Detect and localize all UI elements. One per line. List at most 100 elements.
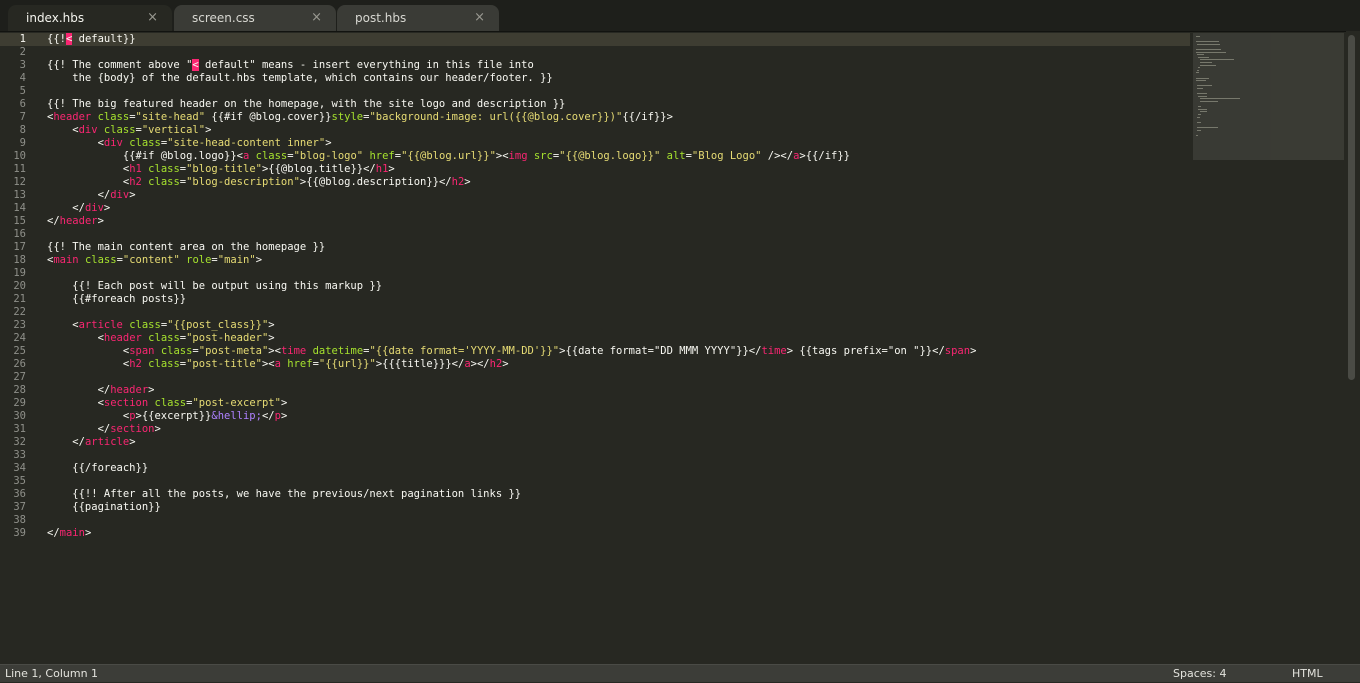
code-token: </	[47, 202, 85, 214]
code-line: <div class="site-head-content inner">	[47, 137, 332, 150]
line-number: 34	[13, 462, 26, 474]
line-number: 1	[19, 33, 26, 45]
code-token: class	[160, 345, 193, 357]
code-token: "blog-description"	[186, 176, 300, 188]
code-token: {{! Each post will be output using this …	[47, 280, 383, 292]
line-number: 27	[13, 371, 26, 383]
tab-screen-css[interactable]: screen.css ×	[174, 5, 336, 31]
code-line: <h1 class="blog-title">{{@blog.title}}</…	[47, 163, 395, 176]
line-number: 14	[13, 202, 26, 214]
code-token: article	[84, 436, 130, 448]
code-token: "vertical"	[141, 124, 206, 136]
code-line: {{#if @blog.logo}}<a class="blog-logo" h…	[47, 150, 850, 163]
scroll-thumb[interactable]	[1348, 35, 1355, 380]
code-token: "blog-title"	[186, 163, 262, 175]
code-line: {{! Each post will be output using this …	[47, 280, 382, 293]
editor-area[interactable]: 1 2 3 4 5 6 7 8 9 10 11 12 13 14 15 16 17 18 19 20 21 22 23 24 2…	[0, 31, 1346, 664]
code-token: >{{/if}}	[799, 150, 850, 162]
line-number: 19	[13, 267, 26, 279]
code-token: alt	[666, 150, 686, 162]
line-number: 33	[13, 449, 26, 461]
code-token: <	[47, 397, 104, 409]
code-line: <span class="post-meta"><time datetime="…	[47, 345, 977, 358]
tab-label: index.hbs	[26, 11, 85, 25]
line-number: 3	[19, 59, 26, 71]
code-line: {{/foreach}}	[47, 462, 148, 475]
code-token: </	[261, 410, 275, 422]
code-line: <p>{{excerpt}}&hellip;</p>	[47, 410, 287, 423]
code-token: <	[47, 345, 130, 357]
line-number: 23	[13, 319, 26, 331]
code-token: ><	[495, 150, 509, 162]
minimap-line	[1199, 59, 1235, 61]
line-number: 22	[13, 306, 26, 318]
code-token: role	[186, 254, 212, 266]
code-token: <	[47, 163, 130, 175]
minimap-line	[1197, 88, 1203, 89]
line-number: 30	[13, 410, 26, 422]
code-token: class	[255, 150, 288, 162]
line-number: 18	[13, 254, 26, 266]
code-token: class	[154, 397, 187, 409]
close-icon[interactable]: ×	[147, 5, 158, 31]
code-token: img	[508, 150, 528, 162]
minimap-line	[1198, 106, 1202, 108]
code-token: "content"	[122, 254, 180, 266]
code-line: {{#foreach posts}}	[47, 293, 186, 306]
code-token: ><	[268, 345, 281, 357]
tab-post-hbs[interactable]: post.hbs ×	[337, 5, 499, 31]
code-token: class	[129, 137, 161, 149]
code-token: >	[388, 163, 395, 175]
cursor-position[interactable]: Line 1, Column 1	[5, 665, 98, 683]
code-token: > {{tags prefix="on "}}</	[786, 345, 945, 357]
code-token: <	[47, 137, 104, 149]
code-token: {{/if}}>	[622, 111, 673, 123]
minimap-line	[1198, 95, 1207, 97]
code-line: </article>	[47, 436, 135, 449]
code-token: header	[110, 384, 149, 396]
code-token: <	[47, 410, 130, 422]
code-token: {{/foreach}}	[47, 462, 149, 474]
minimap[interactable]	[1193, 33, 1344, 160]
minimap-line	[1198, 108, 1208, 110]
minimap-line	[1197, 121, 1201, 123]
code-token: "{{@blog.logo}}"	[559, 150, 661, 162]
code-token: ><	[261, 358, 275, 370]
code-token: >	[154, 423, 161, 435]
line-number: 32	[13, 436, 26, 448]
tab-label: screen.css	[192, 11, 255, 25]
code-token: {{! The main content area on the homepag…	[47, 241, 326, 253]
code-token: </	[47, 215, 60, 227]
code-token: section	[110, 423, 155, 435]
code-token: {{#foreach posts}}	[47, 293, 187, 305]
code-line: </main>	[47, 527, 91, 540]
code-token: article	[78, 319, 123, 331]
code-token: >{{excerpt}}	[135, 410, 212, 422]
code-line: </div>	[47, 202, 110, 215]
code-token: "{{url}}"	[318, 358, 376, 370]
tab-index-hbs[interactable]: index.hbs ×	[8, 5, 172, 31]
minimap-line	[1199, 101, 1218, 102]
code-token: </	[47, 384, 111, 396]
code-token: "post-excerpt"	[192, 397, 281, 409]
syntax-mode[interactable]: HTML	[1292, 665, 1323, 683]
indentation-setting[interactable]: Spaces: 4	[1173, 665, 1226, 683]
code-token: "site-head-content inner"	[167, 137, 326, 149]
code-token: <	[47, 358, 130, 370]
line-number: 16	[13, 228, 26, 240]
code-token: {{#if @blog.cover}}	[205, 111, 332, 123]
close-icon[interactable]: ×	[474, 5, 485, 31]
code-token: header	[59, 215, 98, 227]
close-icon[interactable]: ×	[311, 5, 322, 31]
minimap-line	[1198, 56, 1210, 58]
code-line: {{! The main content area on the homepag…	[47, 241, 325, 254]
vertical-scrollbar[interactable]	[1346, 31, 1360, 664]
line-number: 12	[13, 176, 26, 188]
code-token: "Blog Logo"	[691, 150, 762, 162]
line-number: 31	[13, 423, 26, 435]
code-token: class	[148, 176, 180, 188]
code-token: h1	[129, 163, 142, 175]
code-token: "{{post_class}}"	[167, 319, 269, 331]
code-token: >	[84, 527, 92, 539]
code-token: "post-meta"	[198, 345, 269, 357]
